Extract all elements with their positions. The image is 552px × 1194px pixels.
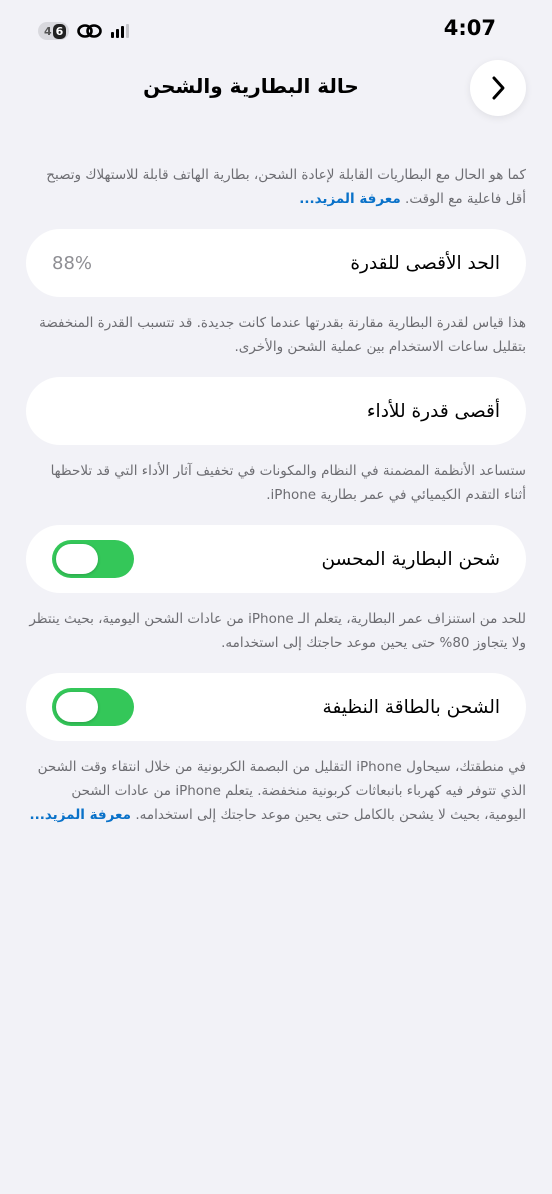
max-capacity-label: الحد الأقصى للقدرة (350, 252, 500, 274)
peak-performance-label: أقصى قدرة للأداء (366, 400, 500, 422)
status-bar: 4 6 4:07 (0, 0, 552, 62)
clean-energy-learn-more-link[interactable]: معرفة المزيد... (30, 807, 132, 823)
optimized-charging-footnote: للحد من استنزاف عمر البطارية، يتعلم الـ … (29, 611, 526, 651)
clean-energy-label: الشحن بالطاقة النظيفة (322, 696, 500, 718)
network-badge-icon: 4 6 (38, 22, 70, 40)
clean-energy-footnote: في منطقتك، سيحاول iPhone التقليل من البص… (26, 755, 527, 827)
back-button[interactable] (470, 60, 526, 116)
intro-footnote: كما هو الحال مع البطاريات القابلة لإعادة… (26, 163, 526, 211)
settings-content: كما هو الحال مع البطاريات القابلة لإعادة… (26, 160, 526, 827)
toggle-knob (56, 692, 98, 722)
max-capacity-footnote: هذا قياس لقدرة البطارية مقارنة بقدرتها ع… (39, 315, 526, 355)
max-capacity-value: 88% (52, 252, 93, 274)
status-icons: 4 6 (38, 22, 130, 40)
clean-energy-toggle[interactable] (52, 688, 134, 726)
max-capacity-row: الحد الأقصى للقدرة 88% (26, 229, 526, 297)
optimized-charging-toggle[interactable] (52, 540, 134, 578)
peak-performance-footnote: ستساعد الأنظمة المضمنة في النظام والمكون… (50, 463, 526, 503)
optimized-charging-label: شحن البطارية المحسن (321, 548, 500, 570)
intro-text: كما هو الحال مع البطاريات القابلة لإعادة… (46, 167, 526, 207)
signal-icon (111, 24, 130, 38)
link-icon (77, 24, 103, 38)
chevron-right-icon (492, 76, 505, 100)
peak-performance-row[interactable]: أقصى قدرة للأداء (26, 377, 526, 445)
network-badge-number: 6 (52, 23, 67, 39)
clean-energy-row: الشحن بالطاقة النظيفة (26, 673, 526, 741)
status-time: 4:07 (443, 16, 496, 40)
battery-health-screen: 4 6 4:07 حالة البطارية والشحن كما هو الح… (0, 0, 552, 1194)
network-label: 4 (44, 24, 52, 38)
learn-more-link[interactable]: معرفة المزيد... (299, 191, 401, 207)
toggle-knob (56, 544, 98, 574)
optimized-charging-row: شحن البطارية المحسن (26, 525, 526, 593)
